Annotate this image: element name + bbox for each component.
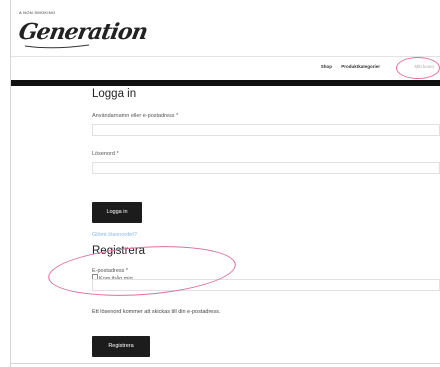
nav-divider bbox=[11, 56, 440, 57]
register-button[interactable]: Registrera bbox=[92, 336, 150, 357]
username-input[interactable] bbox=[92, 124, 440, 136]
login-title: Logga in bbox=[92, 88, 137, 100]
lost-password-link[interactable]: Glömt lösenordet? bbox=[92, 232, 137, 238]
password-input[interactable] bbox=[92, 162, 440, 174]
site-header: A NON SMOKING Generation Shop Produktkat… bbox=[11, 0, 440, 84]
nav-item-product-categories[interactable]: Produktkategorier bbox=[341, 64, 380, 69]
logo-wordmark: Generation bbox=[16, 19, 150, 45]
annotation-circle-register bbox=[46, 240, 238, 302]
login-button[interactable]: Logga in bbox=[92, 202, 142, 223]
site-logo[interactable]: A NON SMOKING Generation bbox=[16, 10, 150, 60]
page-bottom-border bbox=[10, 363, 440, 364]
password-info-text: Ett lösenord kommer att skickas till din… bbox=[92, 309, 221, 315]
password-label: Lösenord * bbox=[92, 151, 119, 157]
logo-swash-icon bbox=[24, 44, 90, 49]
header-dark-bar bbox=[11, 80, 440, 86]
logo-tagline: A NON SMOKING bbox=[19, 10, 56, 15]
nav-item-shop[interactable]: Shop bbox=[321, 64, 332, 69]
username-label: Användarnamn eller e-postadress * bbox=[92, 113, 179, 119]
annotation-circle-my-account bbox=[396, 57, 440, 79]
